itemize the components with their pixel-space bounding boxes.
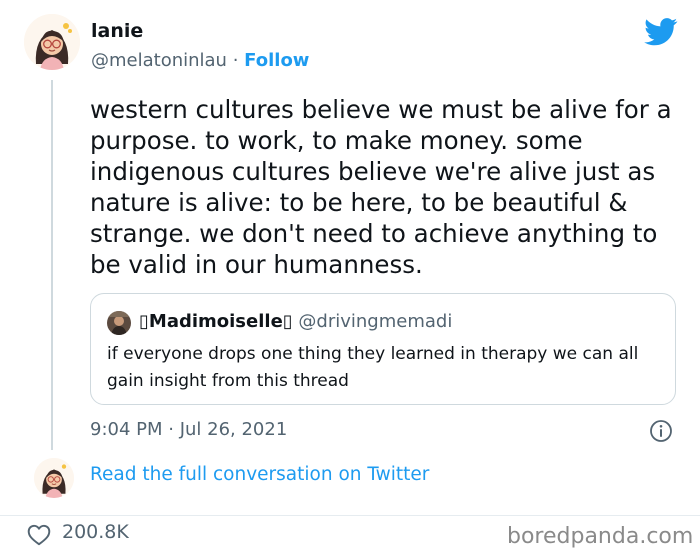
author-name[interactable]: lanie <box>91 20 143 42</box>
tweet-text: western cultures believe we must be aliv… <box>90 95 680 279</box>
quote-author-name[interactable]: ▯Madimoiselle▯ <box>139 311 293 332</box>
footer-divider <box>0 515 700 516</box>
tweet-card: lanie @melatoninlau · Follow western cul… <box>0 0 700 520</box>
separator-dot: · <box>232 50 239 71</box>
follow-button[interactable]: Follow <box>244 50 309 71</box>
twitter-bird-icon[interactable] <box>644 18 678 46</box>
thread-connector <box>51 80 53 450</box>
author-avatar[interactable] <box>24 14 80 70</box>
quote-author-handle[interactable]: @drivingmemadi <box>298 311 452 332</box>
heart-icon[interactable] <box>26 522 52 548</box>
info-icon[interactable] <box>649 419 673 443</box>
reply-avatar[interactable] <box>34 458 74 498</box>
quote-header: ▯Madimoiselle▯ @drivingmemadi <box>139 311 452 332</box>
quote-avatar-image <box>107 311 131 335</box>
author-handle-row: @melatoninlau · Follow <box>91 50 309 71</box>
read-full-conversation-link[interactable]: Read the full conversation on Twitter <box>90 464 429 485</box>
quoted-tweet[interactable]: ▯Madimoiselle▯ @drivingmemadi if everyon… <box>90 293 676 405</box>
source-watermark: boredpanda.com <box>507 524 694 549</box>
quote-text: if everyone drops one thing they learned… <box>107 344 639 391</box>
reply-avatar-illustration <box>34 458 74 498</box>
quote-avatar[interactable] <box>107 311 131 335</box>
avatar-illustration <box>24 14 80 70</box>
author-handle[interactable]: @melatoninlau <box>91 50 227 71</box>
like-count[interactable]: 200.8K <box>62 521 129 543</box>
tweet-timestamp[interactable]: 9:04 PM · Jul 26, 2021 <box>90 419 287 440</box>
